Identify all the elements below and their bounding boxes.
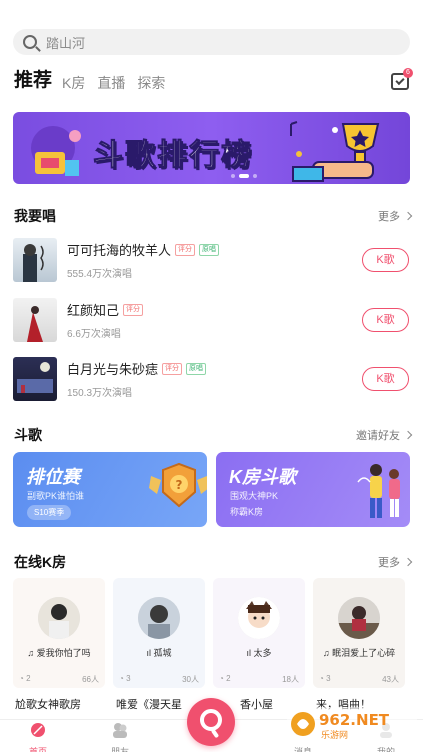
song-row[interactable]: 白月光与朱砂痣 评分 原唱 150.3万次演唱 K歌 <box>13 356 410 402</box>
chevron-right-icon <box>403 211 413 221</box>
avatar <box>138 597 180 639</box>
room-song: 太多 <box>253 648 272 658</box>
more-link[interactable]: 更多 <box>378 554 413 570</box>
song-plays: 6.6万次演唱 <box>67 329 121 340</box>
sing-mic-button[interactable] <box>187 698 235 746</box>
tab-k-room[interactable]: K房 <box>62 73 85 93</box>
watermark-logo: 962.NET 乐游网 <box>287 707 417 741</box>
song-title: 红颜知己 <box>67 303 120 318</box>
card-subtitle: 副歌PK谁怕谁 <box>27 491 85 501</box>
sing-button[interactable]: K歌 <box>362 367 409 391</box>
tab-home[interactable]: 首页 <box>18 722 58 752</box>
home-icon <box>31 723 45 737</box>
song-cover <box>13 298 57 342</box>
song-title: 可可托海的牧羊人 <box>67 243 172 258</box>
season-badge: S10赛季 <box>27 505 72 520</box>
more-link[interactable]: 更多 <box>378 208 413 224</box>
score-tag: 评分 <box>123 303 144 316</box>
original-tag: 原唱 <box>186 362 207 375</box>
sing-button[interactable]: K歌 <box>362 248 409 272</box>
section-title: 斗歌 <box>14 427 42 443</box>
room-card[interactable]: ıl 太多 ◔ 2 18人 <box>213 578 305 688</box>
inbox-check-icon[interactable]: 6 <box>391 68 413 90</box>
friends-icon <box>113 723 127 738</box>
invite-friends-link[interactable]: 邀请好友 <box>356 427 413 443</box>
ranked-match-card[interactable]: ? 排位赛 副歌PK谁怕谁 S10赛季 <box>13 452 207 527</box>
svg-text:乐游网: 乐游网 <box>321 729 348 741</box>
banner-pagination <box>231 174 257 178</box>
microphone-icon <box>200 709 222 731</box>
song-row[interactable]: 可可托海的牧羊人 评分 原唱 555.4万次演唱 K歌 <box>13 237 410 283</box>
tab-recommend[interactable]: 推荐 <box>14 69 52 93</box>
avatar <box>338 597 380 639</box>
card-subtitle-2: 称霸K房 <box>230 507 264 517</box>
svg-text:?: ? <box>176 478 183 492</box>
room-rank: ◔ 2 <box>219 674 231 683</box>
chevron-right-icon <box>403 557 413 567</box>
score-tag: 评分 <box>175 243 196 256</box>
song-plays: 150.3万次演唱 <box>67 388 133 399</box>
song-plays: 555.4万次演唱 <box>67 269 133 280</box>
song-row[interactable]: 红颜知己 评分 6.6万次演唱 K歌 <box>13 297 410 343</box>
card-title: 排位赛 <box>26 467 80 487</box>
banner[interactable]: 斗歌排行榜 <box>13 112 410 184</box>
room-song: 爱我你怕了吗 <box>36 648 91 658</box>
room-card[interactable]: ♫ 爱我你怕了吗 ◔ 2 66人 <box>13 578 105 688</box>
avatar <box>38 597 80 639</box>
room-card[interactable]: ıl 孤城 ◔ 3 30人 <box>113 578 205 688</box>
search-bar[interactable]: 踏山河 <box>13 29 410 55</box>
room-song: 眠泪爱上了心碎 <box>332 648 396 658</box>
song-cover <box>13 357 57 401</box>
room-card[interactable]: ♫ 眠泪爱上了心碎 ◔ 3 43人 <box>313 578 405 688</box>
card-title: K房斗歌 <box>229 467 296 487</box>
tab-live[interactable]: 直播 <box>97 73 125 93</box>
room-title[interactable]: 尬歌女神歌房 <box>15 696 107 712</box>
sing-section-header: 我要唱 更多 <box>14 206 413 226</box>
room-rank: ◔ 3 <box>119 674 131 683</box>
room-title[interactable]: 唯爱《漫天星 <box>116 696 186 712</box>
room-count: 30人 <box>182 675 199 684</box>
search-icon <box>23 35 37 49</box>
rooms-section-header: 在线K房 更多 <box>14 552 413 572</box>
card-subtitle: 围观大神PK <box>230 491 279 501</box>
chevron-right-icon <box>403 430 413 440</box>
section-title: 在线K房 <box>14 554 67 570</box>
notification-badge: 6 <box>403 68 413 78</box>
tab-explore[interactable]: 探索 <box>137 73 165 93</box>
svg-text:962.NET: 962.NET <box>319 711 390 729</box>
duel-section-header: 斗歌 邀请好友 <box>14 425 413 445</box>
k-room-duel-card[interactable]: K房斗歌 围观大神PK 称霸K房 <box>216 452 410 527</box>
avatar <box>238 597 280 639</box>
banner-title: 斗歌排行榜 <box>93 138 253 174</box>
song-cover <box>13 238 57 282</box>
original-tag: 原唱 <box>199 243 220 256</box>
tab-friends[interactable]: 朋友 <box>100 722 140 752</box>
room-song: 孤城 <box>153 648 172 658</box>
room-rank: ◔ 2 <box>19 674 31 683</box>
search-placeholder: 踏山河 <box>46 35 86 51</box>
room-count: 43人 <box>382 675 399 684</box>
room-rank: ◔ 3 <box>319 674 331 683</box>
song-title: 白月光与朱砂痣 <box>67 362 159 377</box>
section-title: 我要唱 <box>14 208 56 224</box>
top-tabs: 推荐 K房 直播 探索 <box>14 69 177 93</box>
room-count: 18人 <box>282 675 299 684</box>
room-count: 66人 <box>82 675 99 684</box>
score-tag: 评分 <box>162 362 183 375</box>
sing-button[interactable]: K歌 <box>362 308 409 332</box>
